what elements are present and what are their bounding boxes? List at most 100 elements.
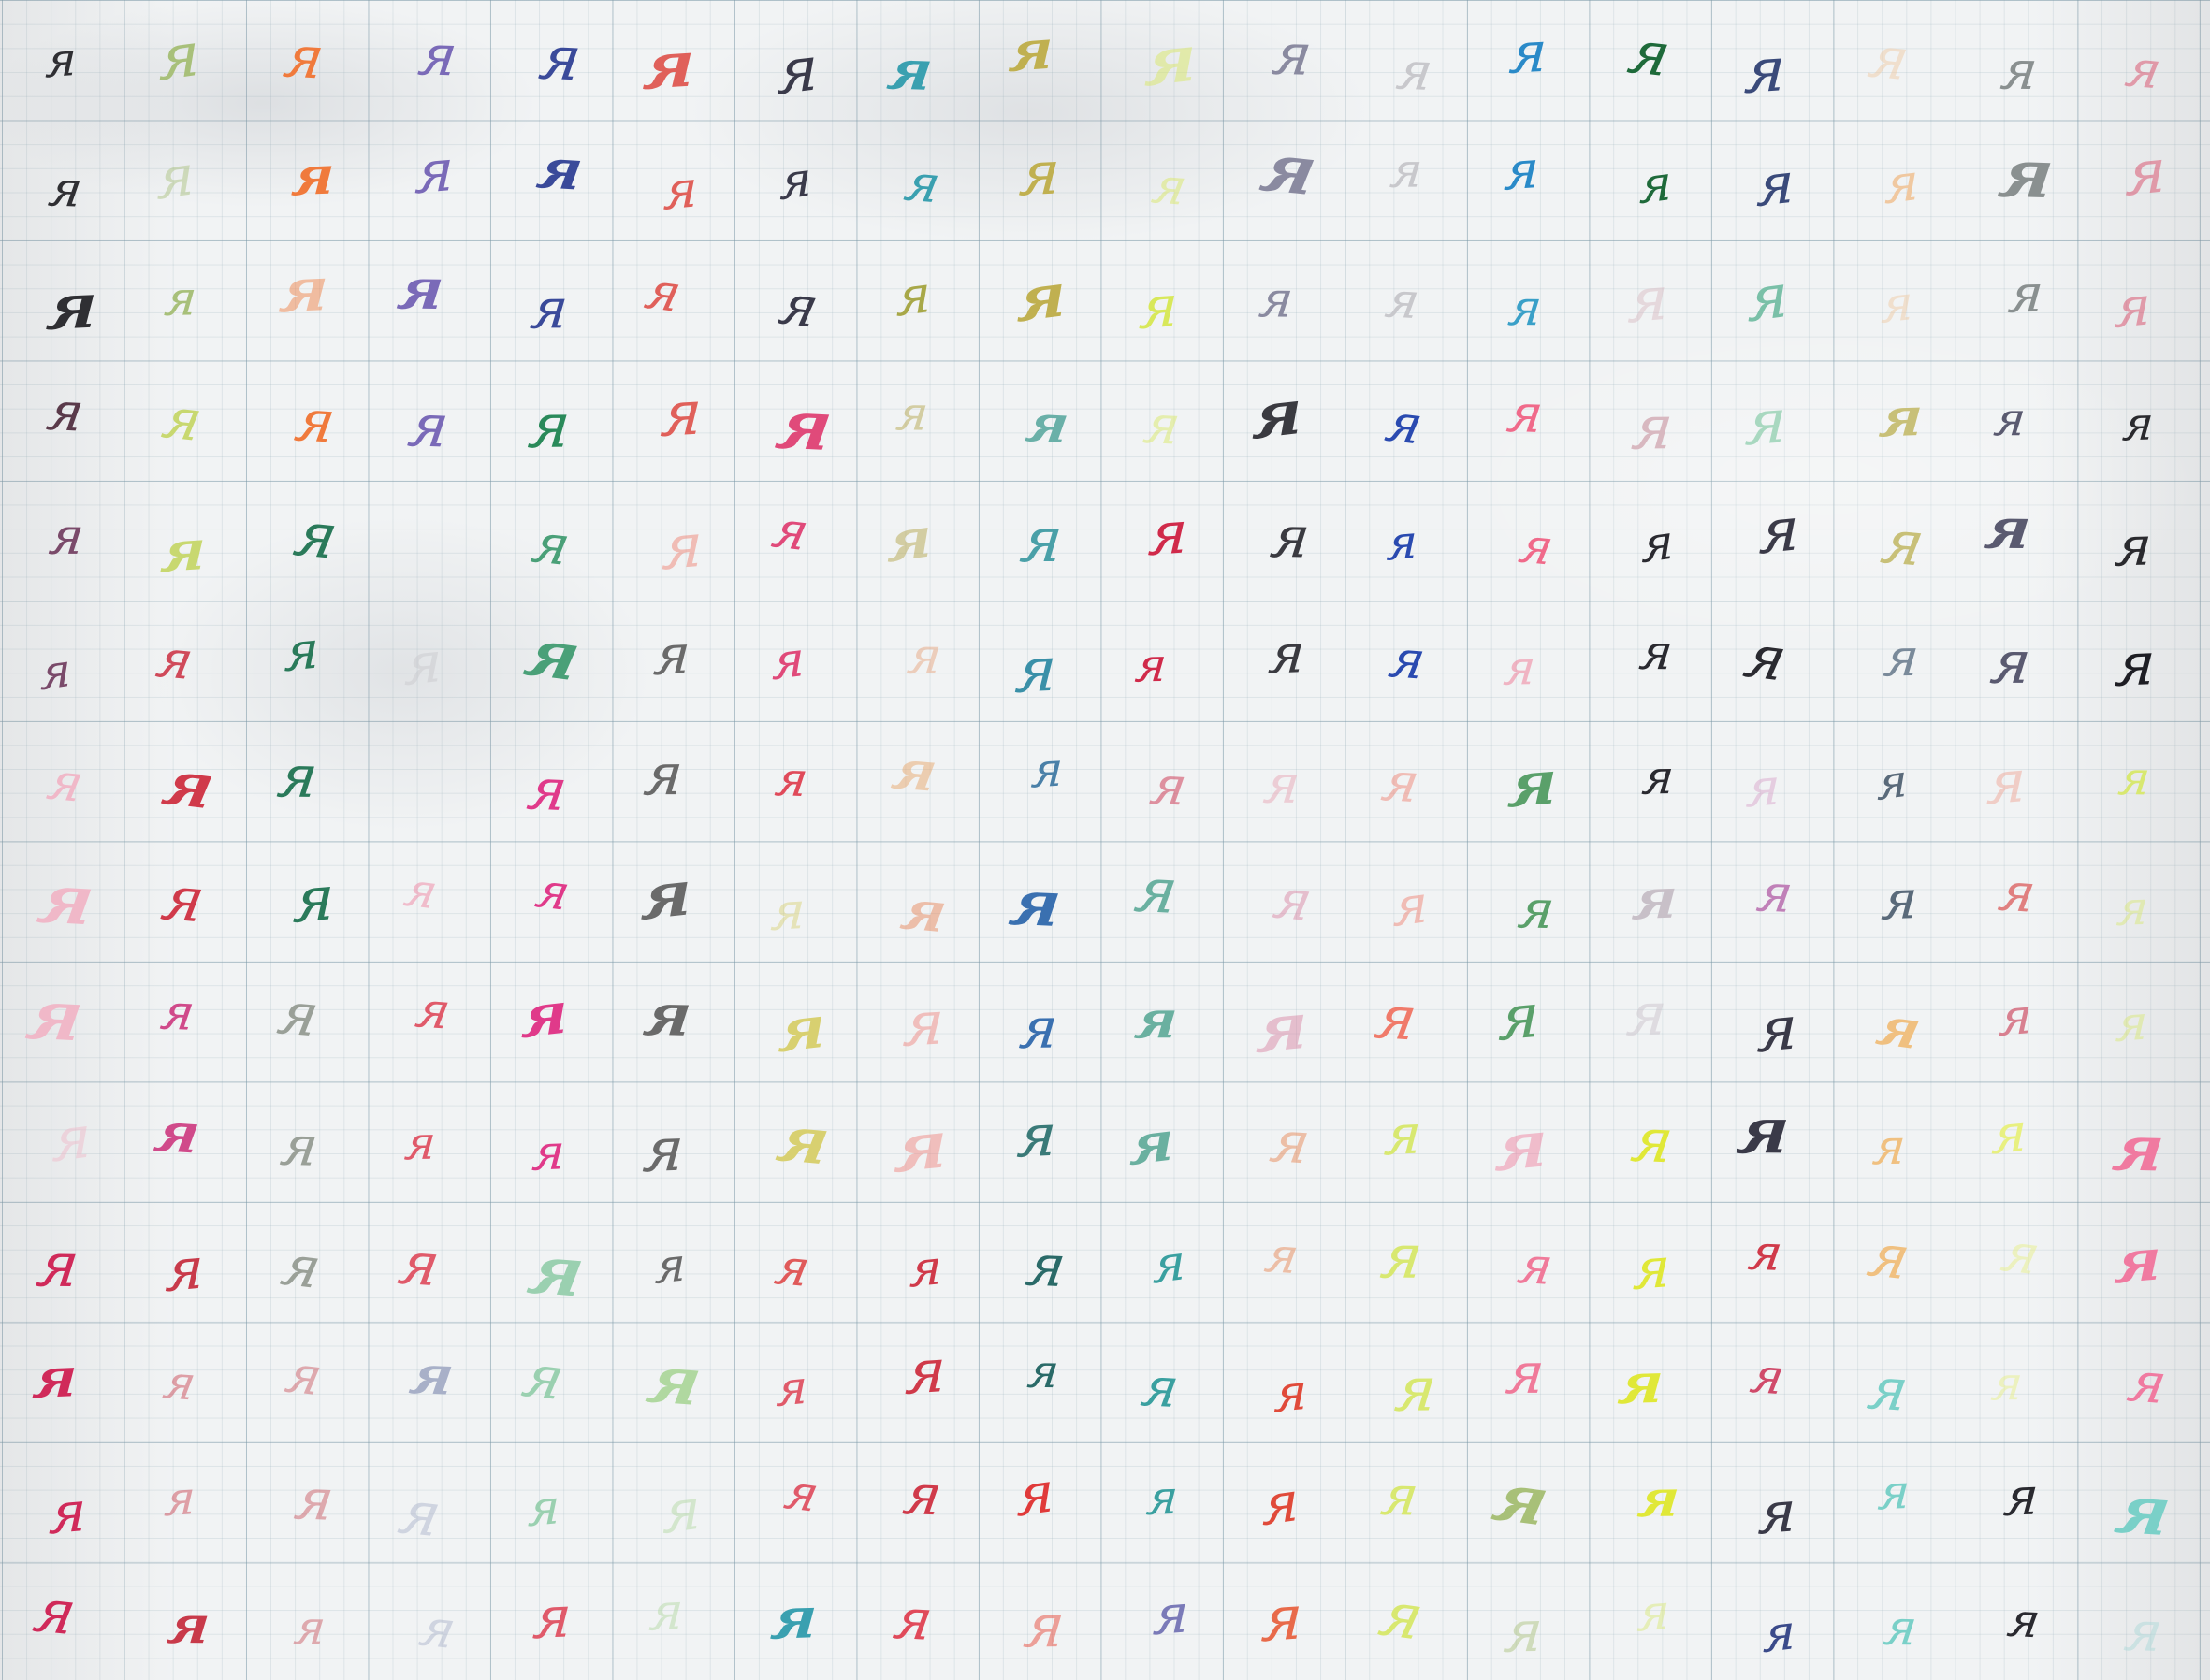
letter-cell: я: [731, 471, 852, 590]
letter-cell: я: [985, 1206, 1107, 1325]
handwritten-letter: я: [1140, 392, 1185, 457]
letter-cell: я: [1229, 477, 1351, 597]
letter-cell: я: [1597, 1440, 1719, 1559]
letter-cell: я: [239, 1086, 360, 1206]
handwritten-letter: я: [518, 614, 588, 697]
handwritten-letter: я: [1734, 1093, 1793, 1169]
handwritten-letter: я: [894, 385, 932, 442]
handwritten-letter: я: [2110, 1470, 2176, 1553]
handwritten-letter: я: [2005, 262, 2046, 325]
letter-cell: я: [1840, 598, 1962, 717]
handwritten-letter: я: [394, 255, 447, 323]
handwritten-letter: я: [288, 496, 344, 573]
letter-cell: я: [733, 1559, 854, 1679]
handwritten-letter: я: [523, 755, 572, 825]
letter-cell: я: [490, 485, 612, 604]
handwritten-letter: я: [289, 144, 337, 209]
handwritten-letter: я: [157, 982, 199, 1042]
handwritten-letter: я: [1501, 640, 1538, 696]
handwritten-letter: я: [1746, 258, 1790, 337]
letter-cell: я: [114, 600, 236, 719]
handwritten-letter: я: [1029, 741, 1065, 800]
handwritten-letter: я: [519, 978, 568, 1052]
handwritten-letter: я: [1743, 32, 1787, 108]
handwritten-letter: я: [48, 1478, 88, 1547]
handwritten-letter: я: [162, 270, 199, 327]
handwritten-letter: я: [1388, 142, 1425, 199]
letter-cell: я: [496, 1212, 618, 1332]
handwritten-letter: я: [1880, 274, 1913, 335]
letter-cell: я: [254, 361, 376, 481]
letter-cell: я: [852, 1559, 974, 1679]
letter-cell: я: [243, 1315, 365, 1435]
letter-cell: я: [1464, 248, 1586, 368]
letter-cell: я: [360, 1454, 482, 1573]
letter-cell: я: [492, 596, 614, 716]
letter-cell: я: [484, 1317, 605, 1437]
handwritten-letter: я: [1020, 1590, 1068, 1662]
letter-cell: я: [981, 480, 1102, 600]
handwritten-letter: я: [772, 750, 812, 808]
handwritten-letter: я: [1268, 866, 1317, 934]
handwritten-letter: я: [2115, 750, 2154, 806]
handwritten-letter: я: [771, 385, 837, 468]
letter-cell: я: [358, 1204, 480, 1324]
letter-cell: я: [736, 10, 858, 130]
handwritten-letter: я: [1994, 860, 2041, 925]
handwritten-letter: я: [889, 1585, 938, 1654]
handwritten-letter: я: [399, 861, 443, 920]
handwritten-letter: я: [640, 856, 691, 935]
letter-cell: я: [2082, 1452, 2203, 1571]
letter-cell: я: [1342, 1075, 1463, 1195]
letter-cell: я: [603, 232, 725, 352]
letter-cell: я: [6, 476, 127, 596]
letter-cell: я: [11, 1079, 133, 1198]
letter-cell: я: [120, 1439, 241, 1558]
letter-cell: я: [1702, 1072, 1824, 1192]
letter-cell: я: [488, 366, 610, 485]
letter-cell: я: [976, 1076, 1098, 1195]
letter-cell: я: [124, 1209, 245, 1329]
handwritten-letter: я: [279, 22, 329, 93]
letter-cell: я: [1597, 717, 1719, 837]
handwritten-letter: я: [154, 140, 196, 212]
letter-cell: я: [1475, 1206, 1596, 1325]
handwritten-letter: я: [1015, 259, 1067, 337]
handwritten-letter: я: [884, 37, 937, 104]
handwritten-letter: я: [1260, 752, 1304, 816]
handwritten-letter: я: [164, 1595, 212, 1657]
letter-cell: я: [1229, 1082, 1351, 1202]
letter-cell: я: [359, 1083, 481, 1203]
letter-cell: я: [116, 1074, 238, 1194]
handwritten-letter: я: [1259, 1581, 1304, 1657]
handwritten-letter: я: [640, 260, 688, 325]
letter-cell: я: [731, 719, 852, 839]
letter-cell: я: [986, 710, 1108, 830]
letter-cell: я: [1096, 831, 1217, 950]
letter-cell: я: [0, 1552, 116, 1672]
letter-cell: я: [1828, 1196, 1950, 1316]
letter-cell: я: [489, 249, 611, 369]
letter-cell: я: [1595, 592, 1717, 712]
graph-paper-sheet: яяяяяяяяяяяяяяяяяяяяяяяяяяяяяяяяяяяяяяяя…: [0, 0, 2210, 1680]
handwritten-letter: я: [640, 980, 695, 1050]
letter-cell: я: [609, 1206, 731, 1325]
letter-cell: я: [864, 852, 985, 972]
handwritten-letter: я: [277, 253, 331, 327]
letter-cell: я: [603, 715, 724, 834]
handwritten-letter: я: [525, 389, 574, 462]
letter-cell: я: [1111, 1555, 1232, 1674]
handwritten-letter: я: [2113, 628, 2158, 701]
handwritten-letter: я: [414, 21, 461, 89]
handwritten-letter: я: [156, 746, 221, 824]
letter-cell: я: [119, 1323, 240, 1442]
letter-cell: я: [2085, 112, 2206, 232]
handwritten-letter: я: [1989, 1356, 2026, 1412]
handwritten-letter: я: [532, 136, 588, 203]
handwritten-letter: я: [1990, 1101, 2028, 1167]
letter-cell: я: [614, 1322, 735, 1441]
letter-cell: я: [1091, 605, 1213, 725]
letter-cell: я: [1836, 244, 1957, 364]
handwritten-letter: я: [150, 1099, 204, 1166]
handwritten-letter: я: [2114, 1224, 2162, 1297]
